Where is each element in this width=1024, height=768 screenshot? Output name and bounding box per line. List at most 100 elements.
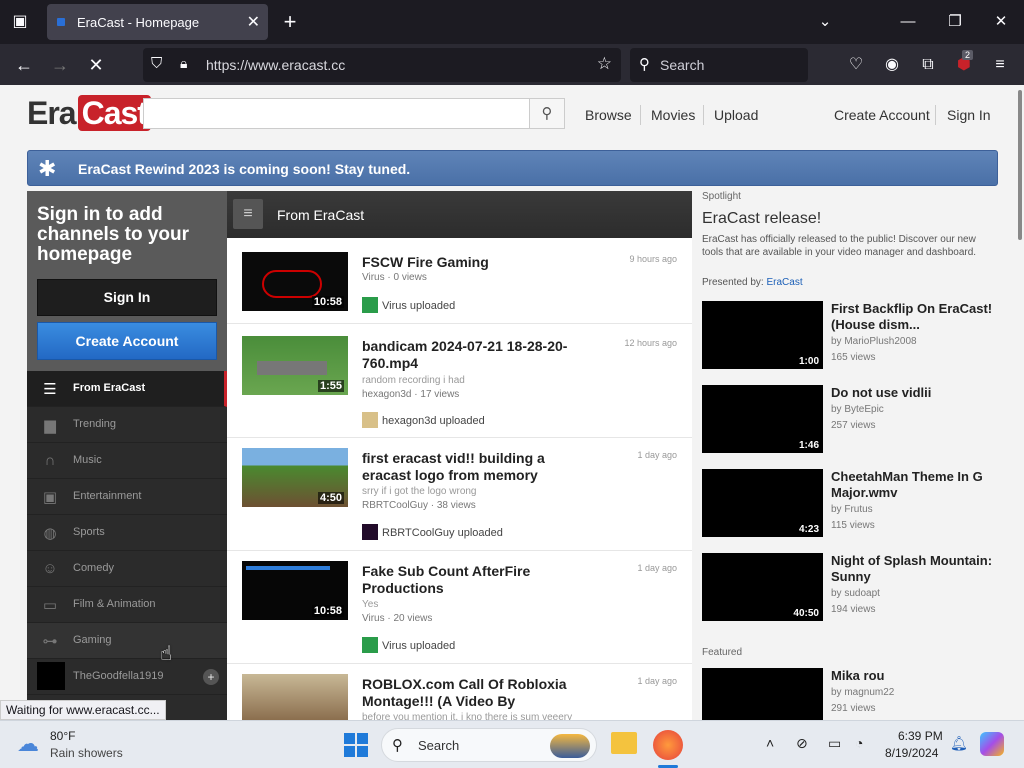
guide-sign-in-button[interactable]: Sign In [37,279,217,316]
video-author[interactable]: by Frutus [831,504,873,515]
guide-item-entertainment[interactable]: ▣ Entertainment [27,479,227,515]
taskbar-search[interactable]: ⚲ Search [381,728,597,762]
chevron-up-icon[interactable]: ˄ [766,735,774,751]
feed-item[interactable]: 1:55 bandicam 2024-07-21 18-28-20-760.mp… [227,325,692,438]
video-thumbnail[interactable]: 40:50 [702,553,823,621]
extensions-icon[interactable]: ⧉ [917,54,939,76]
guide-item-sports[interactable]: ◍ Sports [27,515,227,551]
browser-search-field[interactable]: ⚲ Search [630,48,808,82]
url-text[interactable]: https://www.eracast.cc [206,57,345,73]
close-window-icon[interactable]: ✕ [986,8,1016,36]
guide-item-film-animation[interactable]: ▭ Film & Animation [27,587,227,623]
video-thumbnail[interactable]: 4:23 [702,469,823,537]
feed-item[interactable]: 4:50 first eracast vid!! building a erac… [227,438,692,551]
spotlight-video[interactable]: 4:23 CheetahMan Theme In G Major.wmv by … [702,469,998,537]
feed-item[interactable]: 10:58 Fake Sub Count AfterFire Productio… [227,551,692,664]
close-tab-icon[interactable]: ✕ [247,12,260,32]
feed-item[interactable]: ROBLOX.com Call Of Robloxia Montage!!! (… [227,664,692,720]
video-title[interactable]: FSCW Fire Gaming [362,254,582,271]
tracking-shield-icon[interactable]: ⛉ [151,55,162,72]
video-title[interactable]: Night of Splash Mountain: Sunny [831,553,996,585]
create-account-link[interactable]: Create Account [834,107,930,123]
browser-tab[interactable]: EraCast - Homepage ✕ [47,4,268,40]
eracast-logo[interactable]: Era Cast [27,95,151,133]
sign-in-link[interactable]: Sign In [947,107,991,123]
browser-status-bar: Waiting for www.eracast.cc... [0,700,166,720]
video-thumbnail[interactable]: 1:55 [242,336,348,395]
video-thumbnail[interactable]: 4:50 [242,448,348,507]
video-title[interactable]: CheetahMan Theme In G Major.wmv [831,469,996,501]
feed-item[interactable]: 10:58 FSCW Fire Gaming 9 hours ago Virus… [227,238,692,324]
firefox-icon[interactable] [653,730,683,760]
uploader-line[interactable]: RBRTCoolGuy uploaded [362,524,503,540]
video-thumbnail[interactable]: 1:46 [702,385,823,453]
video-title[interactable]: first eracast vid!! building a eracast l… [362,450,582,484]
nav-movies[interactable]: Movies [651,107,695,123]
display-icon[interactable]: ▭ [828,735,841,752]
restore-icon[interactable]: ❐ [940,8,970,36]
stop-loading-icon[interactable]: ✕ [82,51,110,79]
uploader-line[interactable]: Virus uploaded [362,297,455,313]
site-search-button[interactable]: ⚲ [529,98,565,129]
url-bar[interactable]: ⛉ 🔒︎ https://www.eracast.cc ☆ [143,48,621,82]
tab-overflow-chevron-icon[interactable]: ⌄ [810,8,840,36]
network-off-icon[interactable]: ⊘ [796,735,808,752]
video-title[interactable]: bandicam 2024-07-21 18-28-20-760.mp4 [362,338,582,372]
video-title[interactable]: Do not use vidlii [831,385,996,401]
guide-item-comedy[interactable]: ☺ Comedy [27,551,227,587]
pocket-icon[interactable]: ♡ [845,54,867,76]
guide-item-gaming[interactable]: ⊶ Gaming [27,623,227,659]
clock-time[interactable]: 6:39 PM [898,729,943,743]
lock-icon[interactable]: 🔒︎ [180,55,187,72]
video-author[interactable]: by ByteEpic [831,404,884,415]
forward-icon[interactable]: → [46,51,74,79]
guide-create-account-button[interactable]: Create Account [37,322,217,360]
video-author[interactable]: by sudoapt [831,588,880,599]
nav-upload[interactable]: Upload [714,107,758,123]
scrollbar-thumb[interactable] [1018,90,1022,240]
uploader-line[interactable]: Virus uploaded [362,637,455,653]
bookmark-star-icon[interactable]: ☆ [597,54,612,74]
spotlight-video[interactable]: 1:00 First Backflip On EraCast! (House d… [702,301,998,369]
video-thumbnail[interactable]: 1:00 [702,301,823,369]
volume-icon[interactable]: ◔ [855,735,863,751]
presented-by-link[interactable]: EraCast [767,277,803,288]
notification-bell-icon[interactable]: 🔔︎ [950,735,968,752]
video-author[interactable]: by MarioPlush2008 [831,336,917,347]
tab-list-icon[interactable]: ▣ [6,8,34,36]
menu-icon[interactable]: ≡ [989,54,1011,76]
spotlight-video[interactable]: 40:50 Night of Splash Mountain: Sunny by… [702,553,998,621]
video-title[interactable]: Fake Sub Count AfterFire Productions [362,563,582,597]
guide-item-music[interactable]: ∩ Music [27,443,227,479]
video-thumbnail[interactable]: 10:58 [242,252,348,311]
guide-item-trending[interactable]: ▆ Trending [27,407,227,443]
nav-browse[interactable]: Browse [585,107,632,123]
new-tab-icon[interactable]: + [278,8,302,36]
add-channel-icon[interactable]: + [203,669,219,685]
file-explorer-icon[interactable] [611,732,637,754]
weather-temperature[interactable]: 80°F [50,729,75,743]
video-thumbnail[interactable]: 10:58 [242,561,348,620]
start-button[interactable] [344,733,368,757]
clock-date[interactable]: 8/19/2024 [885,746,938,760]
video-title[interactable]: Mika rou [831,668,996,684]
weather-description[interactable]: Rain showers [50,746,123,760]
video-author[interactable]: by magnum22 [831,687,894,698]
uploader-line[interactable]: hexagon3d uploaded [362,412,485,428]
spotlight-video[interactable]: 1:46 Do not use vidlii by ByteEpic 257 v… [702,385,998,453]
guide-item-from-eracast[interactable]: ☰ From EraCast [27,371,227,407]
video-title[interactable]: ROBLOX.com Call Of Robloxia Montage!!! (… [362,676,582,710]
site-search-input[interactable] [143,98,530,129]
video-thumbnail[interactable] [702,668,823,720]
guide-item-channel[interactable]: TheGoodfella1919 + [27,659,227,695]
spotlight-title[interactable]: EraCast release! [702,210,821,228]
back-icon[interactable]: ← [10,51,38,79]
rain-cloud-icon[interactable]: ☁ [17,731,39,757]
minimize-icon[interactable]: — [893,8,923,36]
video-title[interactable]: First Backflip On EraCast! (House dism..… [831,301,996,333]
video-thumbnail[interactable] [242,674,348,720]
copilot-icon[interactable] [980,732,1004,756]
featured-video[interactable]: Mika rou by magnum22 291 views [702,668,998,720]
account-icon[interactable]: ◉ [881,54,903,76]
hamburger-icon[interactable]: ≡ [233,199,263,229]
